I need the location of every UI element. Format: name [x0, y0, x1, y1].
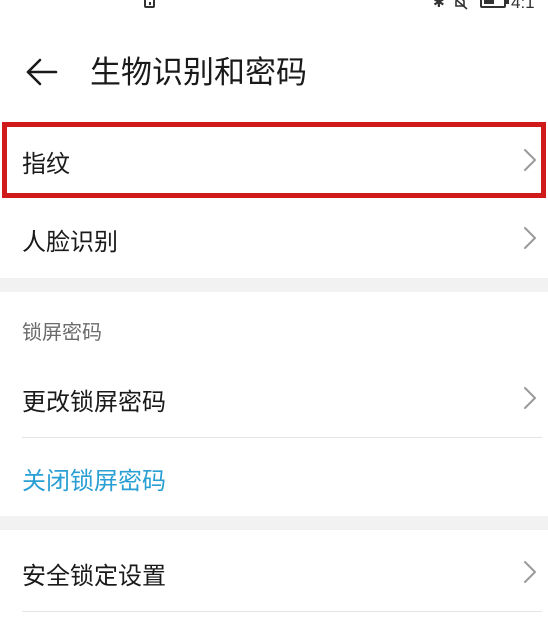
section-separator [0, 516, 548, 530]
header: 生物识别和密码 [0, 40, 548, 110]
disable-lock-password-row[interactable]: 关闭锁屏密码 [0, 438, 548, 516]
status-bar: ✱ 4:1 [0, 0, 548, 14]
divider [22, 611, 542, 612]
change-lock-password-row[interactable]: 更改锁屏密码 [0, 360, 548, 438]
mute-icon [455, 0, 468, 10]
notification-icon [144, 0, 155, 8]
page-title: 生物识别和密码 [90, 55, 307, 91]
back-arrow-icon[interactable] [24, 54, 60, 90]
section-separator [0, 278, 548, 292]
face-recognition-label: 人脸识别 [22, 228, 118, 256]
chevron-right-icon [524, 149, 536, 171]
fingerprint-row[interactable]: 指纹 [0, 122, 548, 198]
chevron-right-icon [524, 387, 536, 409]
face-recognition-row[interactable]: 人脸识别 [0, 200, 548, 278]
section-header-lock-screen: 锁屏密码 [22, 320, 102, 344]
security-lock-settings-row[interactable]: 安全锁定设置 [0, 530, 548, 612]
security-lock-settings-label: 安全锁定设置 [22, 562, 166, 590]
biometrics-and-password-screen: ✱ 4:1 生物识别和密码 指纹 人脸识别 锁屏密码 更改锁屏密码 关闭锁屏密码… [0, 0, 548, 628]
chevron-right-icon [524, 227, 536, 249]
change-lock-password-label: 更改锁屏密码 [22, 388, 166, 416]
fingerprint-label: 指纹 [22, 150, 70, 178]
bluetooth-icon: ✱ [433, 0, 445, 11]
status-time: 4:1 [511, 0, 535, 12]
chevron-right-icon [524, 561, 536, 583]
battery-icon [480, 0, 509, 8]
disable-lock-password-label: 关闭锁屏密码 [22, 467, 166, 495]
